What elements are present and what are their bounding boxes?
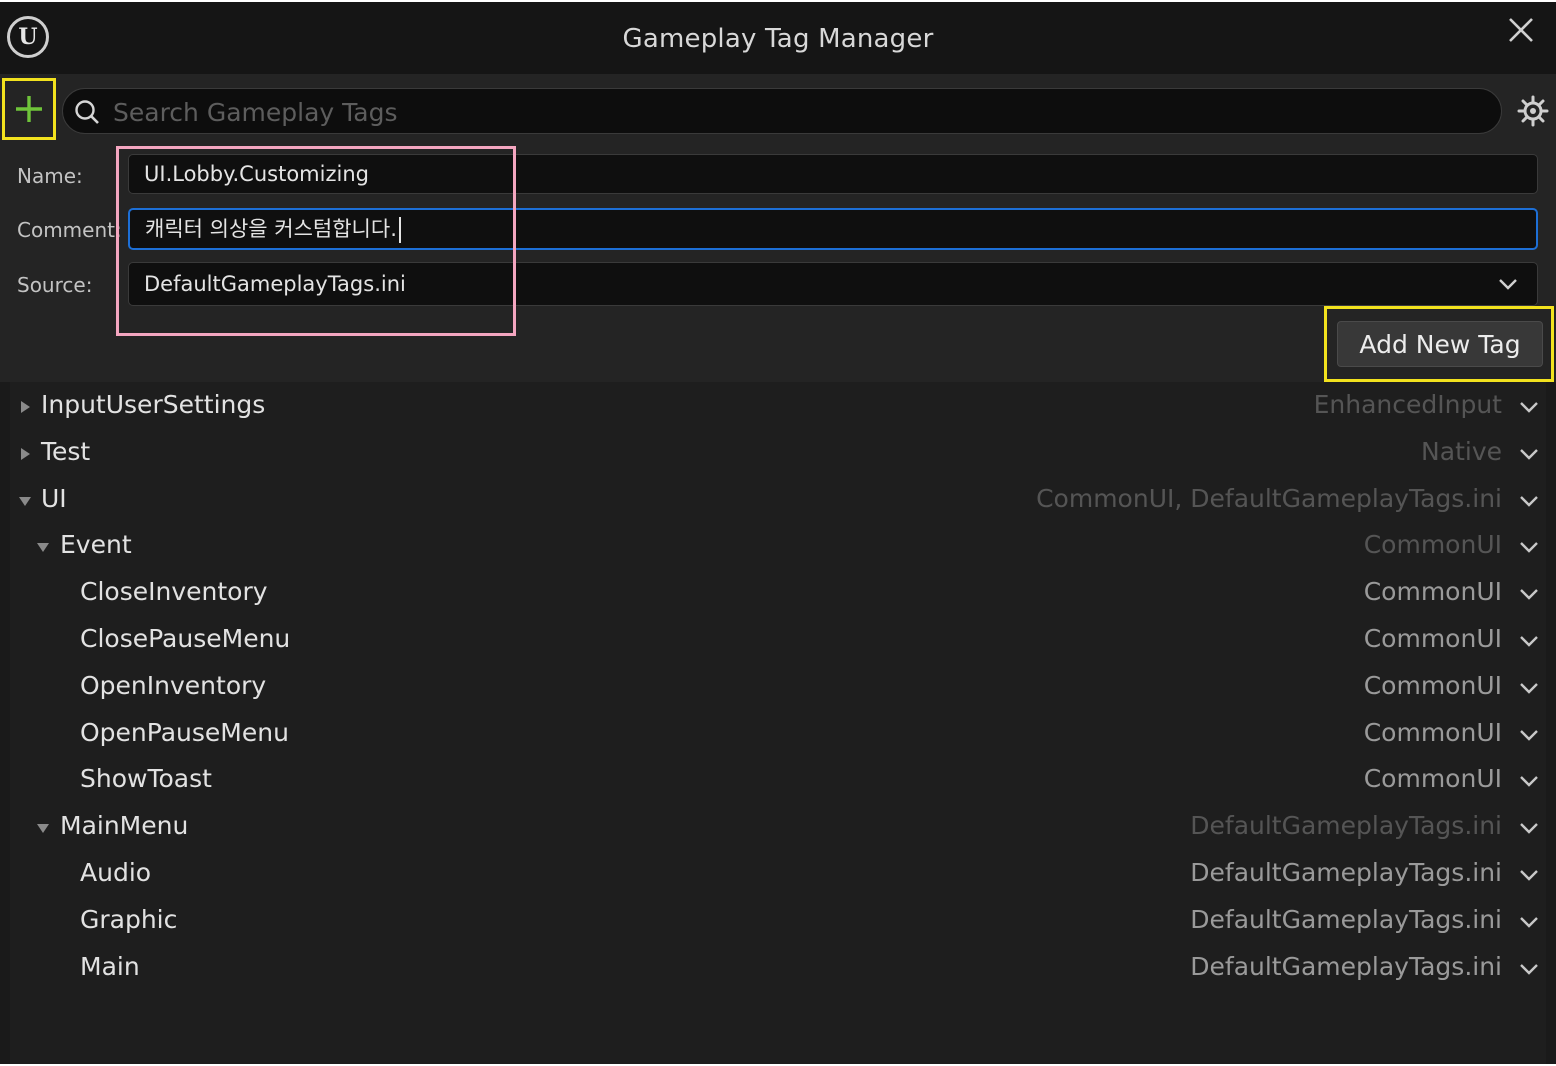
name-field-value: UI.Lobby.Customizing — [144, 162, 369, 186]
chevron-down-icon[interactable] — [1518, 396, 1540, 418]
chevron-down-icon[interactable] — [1518, 443, 1540, 465]
source-dropdown-value: DefaultGameplayTags.ini — [144, 272, 406, 296]
tag-name: OpenInventory — [80, 670, 267, 700]
tag-source: CommonUI — [1363, 764, 1502, 794]
tag-name: ShowToast — [80, 764, 212, 794]
collapse-arrow-icon[interactable] — [36, 821, 50, 835]
chevron-down-icon[interactable] — [1518, 724, 1540, 746]
tree-row[interactable]: OpenInventory CommonUI — [10, 665, 1546, 711]
add-tag-toggle-button[interactable] — [2, 78, 56, 140]
tag-source: DefaultGameplayTags.ini — [1190, 904, 1502, 934]
close-icon[interactable] — [1505, 14, 1537, 46]
tag-source: DefaultGameplayTags.ini — [1190, 951, 1502, 981]
tree-row[interactable]: ClosePauseMenu CommonUI — [10, 618, 1546, 664]
chevron-down-icon[interactable] — [1518, 490, 1540, 512]
comment-field[interactable]: 캐릭터 의상을 커스텀합니다. — [128, 208, 1538, 250]
search-bar — [62, 88, 1502, 134]
search-input[interactable] — [111, 93, 1485, 131]
chevron-down-icon[interactable] — [1518, 770, 1540, 792]
chevron-down-icon[interactable] — [1518, 630, 1540, 652]
source-dropdown[interactable]: DefaultGameplayTags.ini — [128, 262, 1538, 306]
tag-tree: InputUserSettings EnhancedInput Test Native… — [10, 382, 1546, 1064]
tree-row[interactable]: Audio DefaultGameplayTags.ini — [10, 852, 1546, 898]
search-icon — [75, 100, 99, 124]
gameplay-tag-manager-window: U Gameplay Tag Manager Search Gameplay T… — [0, 2, 1556, 1064]
new-tag-form: Name: UI.Lobby.Customizing Comment: 캐릭터 … — [0, 146, 1556, 382]
tag-name: Audio — [80, 858, 152, 887]
tree-row[interactable]: CloseInventory CommonUI — [10, 571, 1546, 617]
name-field[interactable]: UI.Lobby.Customizing — [128, 154, 1538, 194]
highlight-box-yellow: Add New Tag — [1324, 306, 1554, 382]
tree-row[interactable]: MainMenu DefaultGameplayTags.ini — [10, 805, 1546, 851]
tree-row[interactable]: Graphic DefaultGameplayTags.ini — [10, 899, 1546, 945]
tag-source: CommonUI, DefaultGameplayTags.ini — [1036, 483, 1502, 513]
tag-source: CommonUI — [1363, 717, 1502, 747]
tag-name: ClosePauseMenu — [80, 624, 291, 653]
tree-row[interactable]: Main DefaultGameplayTags.ini — [10, 946, 1546, 992]
title-bar: U Gameplay Tag Manager — [0, 2, 1556, 74]
tag-name: Graphic — [80, 904, 178, 934]
tree-row[interactable]: ShowToast CommonUI — [10, 758, 1546, 804]
source-label: Source: — [17, 273, 93, 297]
name-label: Name: — [17, 164, 83, 188]
tree-row[interactable]: OpenPauseMenu CommonUI — [10, 712, 1546, 758]
chevron-down-icon[interactable] — [1518, 817, 1540, 839]
tag-source: CommonUI — [1363, 530, 1502, 560]
tag-name: Event — [60, 530, 132, 560]
chevron-down-icon[interactable] — [1518, 583, 1540, 605]
tag-source: CommonUI — [1363, 577, 1502, 607]
tag-source: Native — [1421, 436, 1502, 466]
chevron-down-icon[interactable] — [1518, 911, 1540, 933]
text-caret — [398, 217, 401, 243]
tag-name: UI — [41, 483, 67, 513]
tree-row[interactable]: Test Native — [10, 431, 1546, 477]
tag-source: CommonUI — [1363, 670, 1502, 700]
tag-name: Test — [41, 436, 91, 466]
tree-row[interactable]: UI CommonUI, DefaultGameplayTags.ini — [10, 478, 1546, 524]
add-new-tag-button[interactable]: Add New Tag — [1337, 321, 1543, 367]
chevron-down-icon — [1499, 279, 1517, 290]
expand-arrow-icon[interactable] — [18, 447, 32, 461]
chevron-down-icon[interactable] — [1518, 864, 1540, 886]
tag-name: OpenPauseMenu — [80, 717, 289, 747]
tag-source: DefaultGameplayTags.ini — [1190, 858, 1502, 887]
comment-label: Comment: — [17, 218, 122, 242]
collapse-arrow-icon[interactable] — [36, 540, 50, 554]
expand-arrow-icon[interactable] — [18, 400, 32, 414]
chevron-down-icon[interactable] — [1518, 536, 1540, 558]
tag-name: CloseInventory — [80, 577, 268, 607]
tag-name: MainMenu — [60, 811, 189, 841]
tag-source: CommonUI — [1363, 624, 1502, 653]
collapse-arrow-icon[interactable] — [18, 494, 32, 508]
gear-icon[interactable] — [1516, 94, 1550, 128]
tag-name: Main — [80, 951, 140, 981]
toolbar — [0, 74, 1556, 146]
tag-name: InputUserSettings — [41, 390, 266, 419]
plus-icon — [16, 96, 42, 122]
chevron-down-icon[interactable] — [1518, 958, 1540, 980]
tree-row[interactable]: Event CommonUI — [10, 524, 1546, 570]
window-title: Gameplay Tag Manager — [622, 24, 934, 54]
comment-field-value: 캐릭터 의상을 커스텀합니다. — [145, 217, 397, 241]
chevron-down-icon[interactable] — [1518, 677, 1540, 699]
tag-source: DefaultGameplayTags.ini — [1190, 811, 1502, 841]
tree-row[interactable]: InputUserSettings EnhancedInput — [10, 384, 1546, 430]
tag-source: EnhancedInput — [1313, 390, 1502, 419]
